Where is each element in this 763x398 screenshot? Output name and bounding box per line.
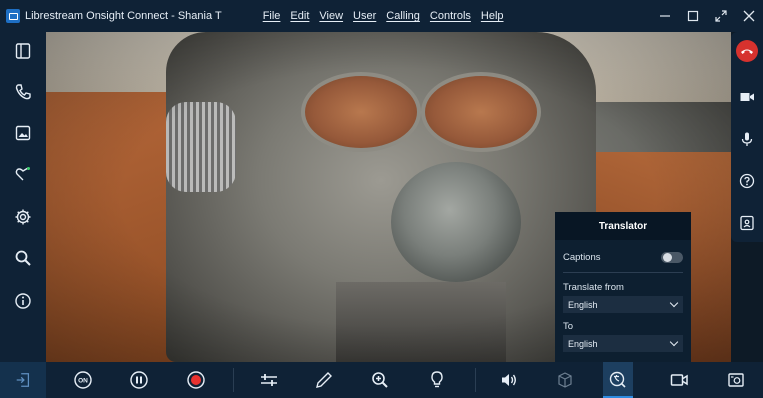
volume-icon [502,374,516,386]
menu-user[interactable]: User [348,10,381,22]
captions-label: Captions [563,251,601,263]
translate-from-select[interactable]: English [563,296,683,313]
captions-row: Captions [555,242,691,272]
expand-icon[interactable] [710,5,732,27]
translator-button[interactable] [605,362,631,398]
right-sidebar [731,32,763,242]
chevron-down-icon [669,337,679,347]
pen-icon [316,372,332,388]
adjust-button[interactable] [256,362,282,398]
title-bar: Librestream Onsight Connect - Shania T F… [0,0,763,32]
menu-view[interactable]: View [314,10,348,22]
menu-bar: File Edit View User Calling Controls Hel… [258,10,509,22]
menu-controls[interactable]: Controls [425,10,476,22]
app-logo-icon [6,9,20,23]
on-label: ON [78,378,88,385]
video-button[interactable] [666,362,692,398]
translator-panel: Translator Captions Translate from Engli… [555,212,691,362]
snapshot-button[interactable] [723,362,749,398]
side-panel-icon[interactable] [0,36,46,66]
gallery-icon[interactable] [0,118,46,148]
window-controls [651,0,763,32]
volume-button[interactable] [496,362,522,398]
menu-file[interactable]: File [258,10,286,22]
left-sidebar [0,32,46,362]
menu-edit[interactable]: Edit [285,10,314,22]
zoom-in-icon [372,372,388,388]
video-icon [670,374,688,386]
translate-from-value: English [568,299,598,310]
translate-from-label: Translate from [563,282,624,293]
microphone-icon[interactable] [731,124,763,154]
help-icon[interactable] [731,166,763,196]
search-icon[interactable] [0,243,46,273]
snapshot-icon [728,373,744,387]
to-label: To [563,321,574,332]
hang-up-button[interactable] [731,36,763,66]
translate-to-select[interactable]: English [563,335,683,352]
adjust-sliders-icon [261,374,277,386]
chevron-down-icon [669,298,679,308]
info-icon[interactable] [0,286,46,316]
zoom-in-button[interactable] [367,362,393,398]
maximize-icon[interactable] [682,5,704,27]
exit-icon [16,373,30,387]
hang-up-icon [736,40,758,62]
phone-icon[interactable] [0,77,46,107]
window-title: Librestream Onsight Connect - Shania T [25,10,222,22]
close-icon[interactable] [738,5,760,27]
translator-icon [609,371,626,388]
exit-button[interactable] [0,362,46,398]
translator-title: Translator [555,212,691,240]
bottom-toolbar: ON [0,362,763,398]
on-toggle-icon: ON [74,371,92,389]
pen-button[interactable] [311,362,337,398]
on-toggle-button[interactable]: ON [70,362,96,398]
record-icon [187,371,205,389]
menu-help[interactable]: Help [476,10,509,22]
flashlight-button[interactable] [424,362,450,398]
3d-object-button[interactable] [552,362,578,398]
captions-toggle[interactable] [661,251,683,263]
settings-gear-icon[interactable] [0,202,46,232]
translate-to-value: English [568,338,598,349]
minimize-icon[interactable] [654,5,676,27]
favorites-icon[interactable] [0,159,46,189]
pause-button[interactable] [126,362,152,398]
cube-icon [558,372,572,388]
pause-icon [130,371,148,389]
contact-card-icon[interactable] [731,208,763,238]
lightbulb-icon [431,371,443,388]
video-camera-icon[interactable] [731,82,763,112]
menu-calling[interactable]: Calling [381,10,425,22]
record-button[interactable] [183,362,209,398]
